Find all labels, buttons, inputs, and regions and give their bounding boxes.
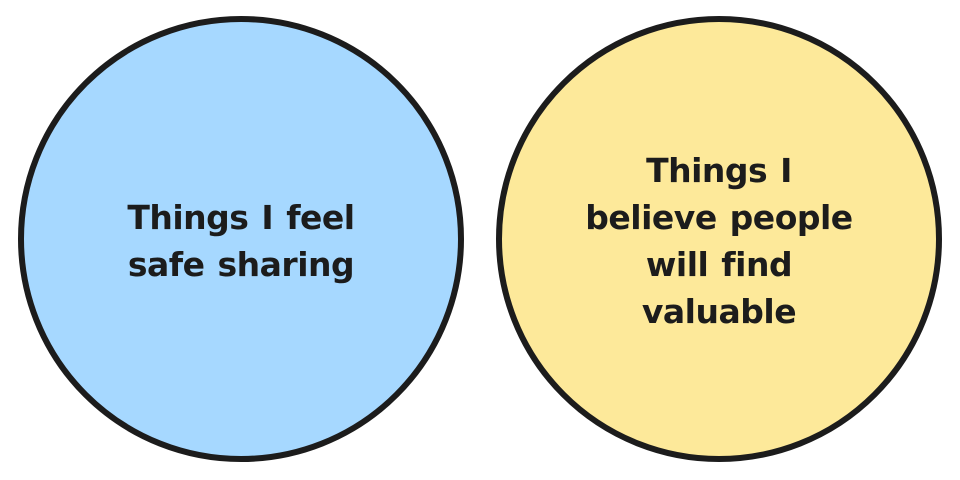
- circle-valuable-label: Things I believe people will find valuab…: [585, 151, 853, 331]
- circle-safe-sharing: Things I feel safe sharing: [18, 16, 464, 462]
- circle-valuable: Things I believe people will find valuab…: [496, 16, 942, 462]
- venn-diagram-canvas: Things I feel safe sharing Things I beli…: [0, 0, 960, 480]
- circle-safe-sharing-label: Things I feel safe sharing: [127, 198, 355, 284]
